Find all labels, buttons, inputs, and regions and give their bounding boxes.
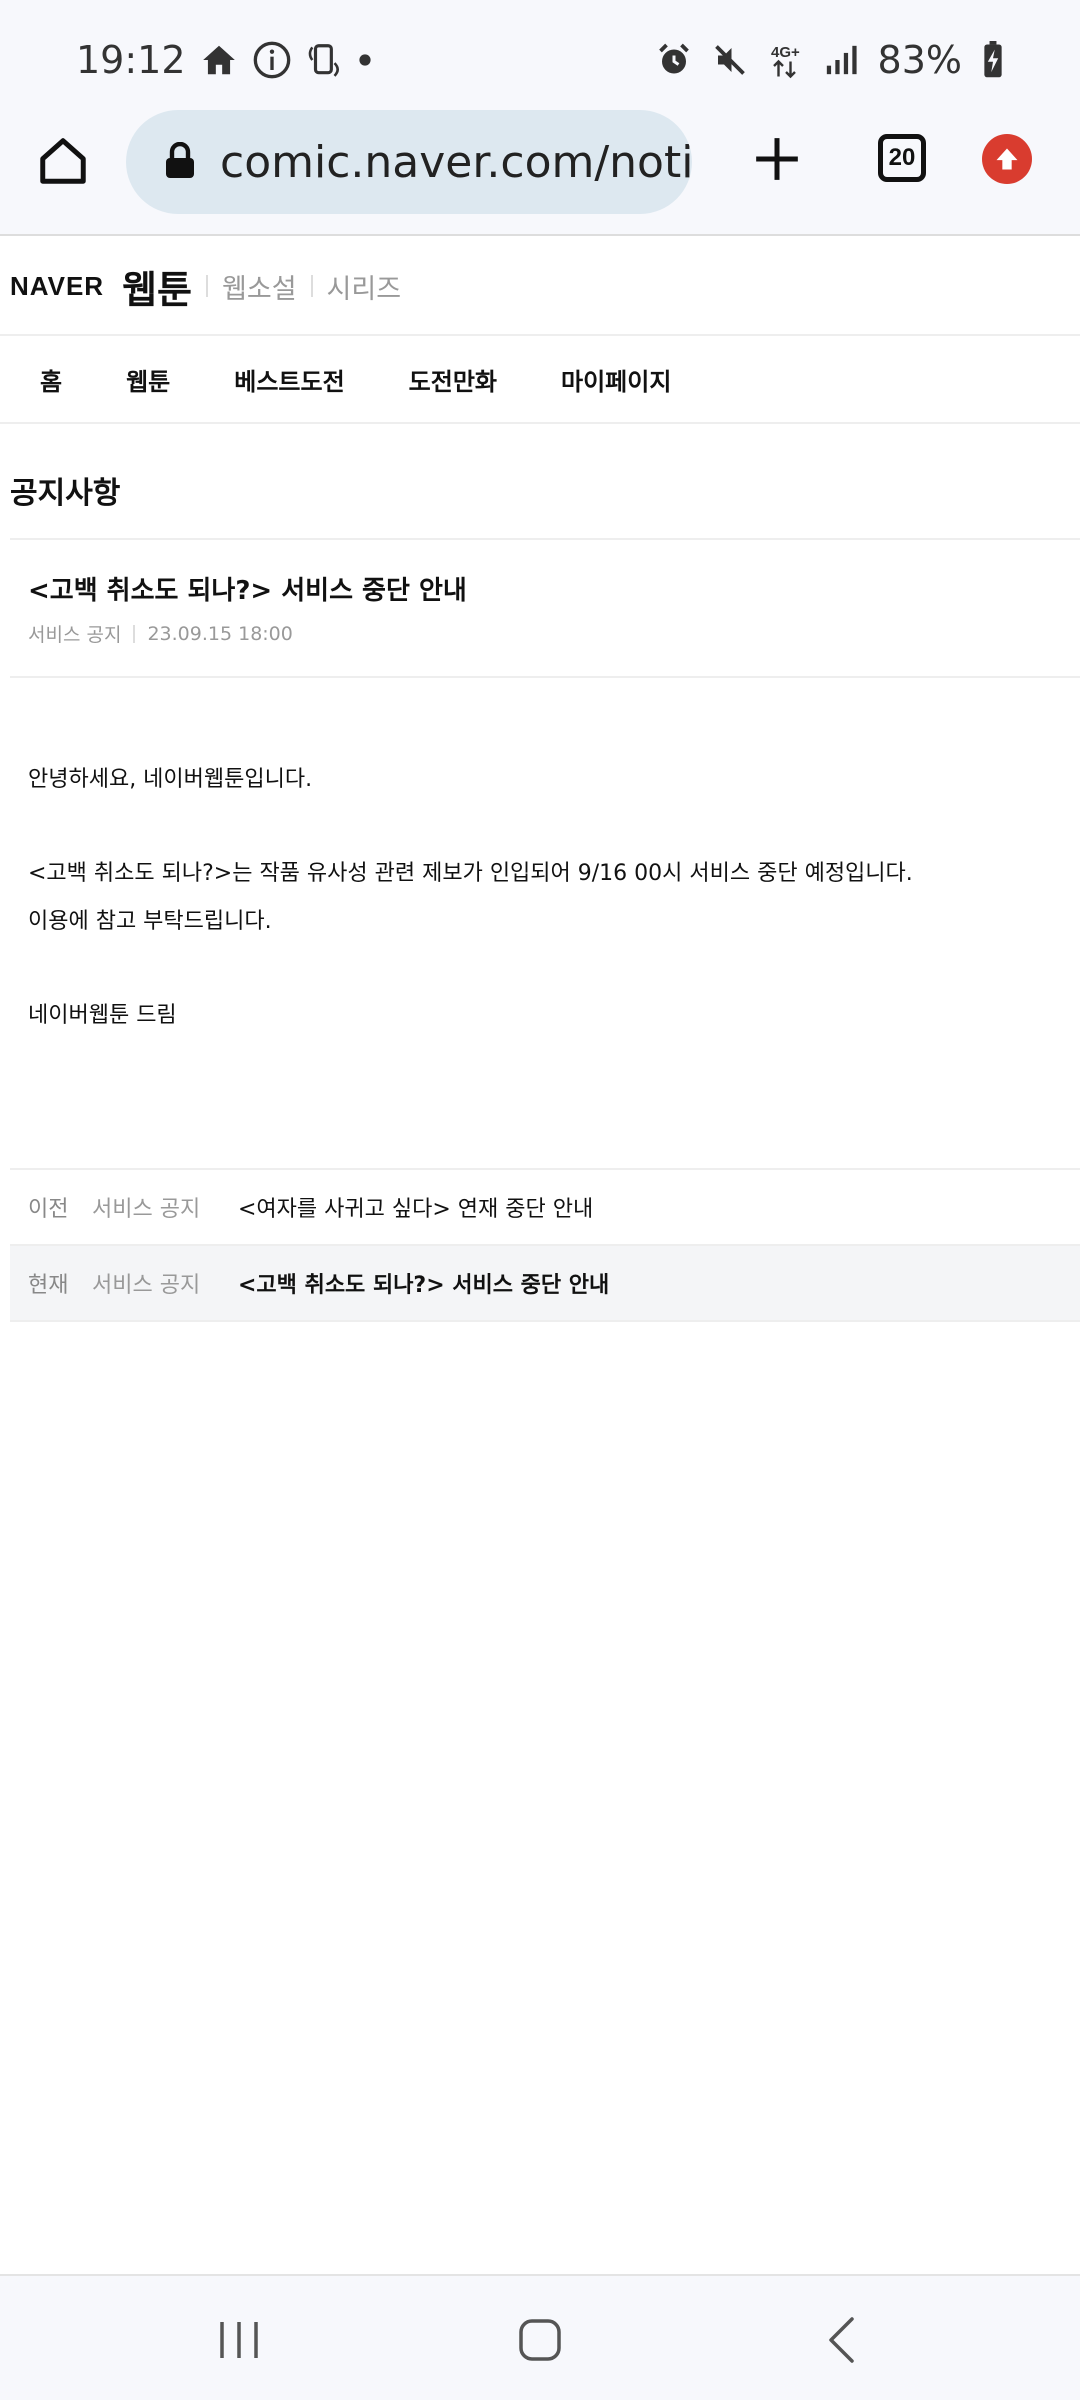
network-4g-icon: 4G+ [768,40,804,80]
body-signature: 네이버웹툰 드림 [28,1003,177,1028]
home-outline-icon [519,2319,561,2361]
nav-webtoon[interactable]: 웹툰 [126,362,170,397]
svg-text:4G+: 4G+ [771,44,800,61]
row-position: 이전 [28,1197,69,1222]
nav-home[interactable]: 홈 [40,362,62,397]
alarm-icon [656,42,692,78]
address-bar[interactable]: comic.naver.com/notic [126,110,692,214]
tab-count: 20 [888,144,916,171]
arrow-up-icon [996,148,1018,170]
status-time: 19:12 [76,38,186,82]
main-navigation: 홈 웹툰 베스트도전 도전만화 마이페이지 [0,336,1080,424]
new-tab-button[interactable] [752,134,802,184]
notice-header: <고백 취소도 되나?> 서비스 중단 안내 서비스 공지 23.09.15 1… [10,538,1080,678]
back-chevron-icon [829,2317,854,2363]
divider [206,275,209,297]
notice-category: 서비스 공지 [28,624,122,646]
link-webnovel[interactable]: 웹소설 [222,267,297,306]
naver-logo[interactable]: NAVER [10,271,104,302]
back-button[interactable] [826,2316,856,2364]
divider [133,624,136,643]
current-notice-row: 현재 서비스 공지 <고백 취소도 되나?> 서비스 중단 안내 [10,1246,1080,1322]
nav-mypage[interactable]: 마이페이지 [561,362,671,397]
home-notification-icon [200,41,238,79]
body-line: <고백 취소도 되나?>는 작품 유사성 관련 제보가 인입되어 9/16 00… [28,861,913,886]
row-position: 현재 [28,1273,69,1298]
row-title[interactable]: <여자를 사귀고 싶다> 연재 중단 안내 [238,1191,593,1223]
browser-home-button[interactable] [36,134,90,188]
tab-switcher-button[interactable]: 20 [878,134,926,182]
browser-toolbar: comic.naver.com/notic 20 [0,110,1080,236]
update-button[interactable] [982,134,1032,184]
prev-notice-row[interactable]: 이전 서비스 공지 <여자를 사귀고 싶다> 연재 중단 안내 [10,1170,1080,1246]
battery-percent: 83% [877,38,962,82]
info-icon [252,40,292,80]
notice-meta: 서비스 공지 23.09.15 18:00 [28,620,293,647]
system-navigation-bar [0,2274,1080,2400]
webtoon-logo[interactable]: 웹툰 [122,259,192,314]
mute-icon [712,42,748,78]
signal-icon [824,43,858,77]
recent-apps-button[interactable] [218,2320,260,2360]
body-line: 이용에 참고 부탁드립니다. [28,909,272,934]
row-title: <고백 취소도 되나?> 서비스 중단 안내 [238,1273,610,1298]
notice-date: 23.09.15 18:00 [147,622,293,645]
nav-best-challenge[interactable]: 베스트도전 [234,362,344,397]
notice-body: 안녕하세요, 네이버웹툰입니다. <고백 취소도 되나?>는 작품 유사성 관련… [28,756,1068,1040]
home-button[interactable] [518,2318,562,2362]
url-text: comic.naver.com/notic [220,136,692,188]
lock-icon [164,141,196,182]
link-series[interactable]: 시리즈 [327,267,402,306]
notice-nav-list: 이전 서비스 공지 <여자를 사귀고 싶다> 연재 중단 안내 현재 서비스 공… [10,1168,1080,1322]
page-title: 공지사항 [10,476,121,511]
body-greeting: 안녕하세요, 네이버웹툰입니다. [28,767,313,792]
notification-dot-icon [358,53,372,67]
plus-icon [756,138,798,180]
home-icon [40,138,86,184]
divider [310,275,313,297]
notice-title: <고백 취소도 되나?> 서비스 중단 안내 [28,576,467,606]
battery-charging-icon [982,41,1004,79]
recent-apps-icon [220,2322,258,2358]
row-category: 서비스 공지 [92,1197,201,1222]
status-bar: 19:12 4G+ 83% [0,0,1080,120]
nav-challenge[interactable]: 도전만화 [409,362,497,397]
site-header: NAVER 웹툰 웹소설 시리즈 [0,238,1080,336]
row-category: 서비스 공지 [92,1273,201,1298]
phone-rotate-icon [306,40,344,80]
